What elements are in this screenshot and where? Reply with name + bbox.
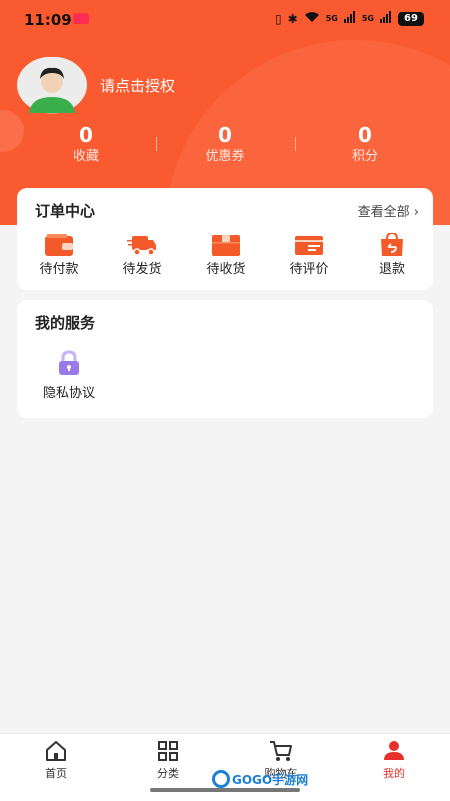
stat-value: 0 xyxy=(79,123,93,147)
order-item-label: 退款 xyxy=(378,262,405,277)
order-center-title: 订单中心 xyxy=(35,202,96,220)
view-all-orders-link[interactable]: 查看全部 › xyxy=(358,201,419,220)
tab-home[interactable]: 首页 xyxy=(16,740,96,781)
status-bar: 11:09 ▯ ✱ 5G 5G 69 xyxy=(0,0,450,38)
order-status-row: 待付款 待发货 待收货 待评价 退款 xyxy=(17,233,433,283)
order-item-pending-shipment[interactable]: 待发货 xyxy=(107,233,177,279)
signal-icon xyxy=(343,11,356,26)
tab-label: 我的 xyxy=(383,767,405,780)
vibrate-icon: ▯ xyxy=(275,11,282,26)
bluetooth-icon: ✱ xyxy=(287,11,298,26)
my-services-card: 我的服务 隐私协议 xyxy=(17,300,433,418)
signal-icon-2 xyxy=(380,11,392,26)
wifi-icon xyxy=(304,11,320,26)
order-item-label: 待发货 xyxy=(122,262,162,277)
delivery-truck-icon xyxy=(127,236,156,256)
package-box-icon xyxy=(212,235,240,256)
stat-label: 优惠券 xyxy=(205,149,245,164)
review-card-icon xyxy=(295,236,323,255)
order-item-label: 待付款 xyxy=(39,262,79,277)
order-item-label: 待评价 xyxy=(289,262,329,277)
tab-category[interactable]: 分类 xyxy=(128,740,208,781)
home-icon xyxy=(46,741,66,761)
service-privacy-policy[interactable]: 隐私协议 xyxy=(39,350,99,401)
stat-label: 收藏 xyxy=(72,149,99,164)
app-notification-icon xyxy=(73,13,89,24)
stat-label: 积分 xyxy=(351,149,378,164)
order-item-refund[interactable]: 退款 xyxy=(357,233,427,279)
lock-icon xyxy=(59,350,79,375)
stats-row: 0 收藏 0 优惠券 0 积分 xyxy=(0,122,450,172)
stat-points[interactable]: 0 积分 xyxy=(300,122,430,166)
watermark-text: GOGO手游网 xyxy=(232,772,309,787)
refund-bag-icon xyxy=(381,233,403,256)
network-label-1: 5G xyxy=(325,14,338,23)
stat-favorites[interactable]: 0 收藏 xyxy=(21,122,151,166)
tab-label: 分类 xyxy=(157,767,179,780)
stat-value: 0 xyxy=(358,123,372,147)
tab-label: 首页 xyxy=(45,767,67,780)
status-time: 11:09 xyxy=(24,11,72,29)
home-indicator xyxy=(150,788,300,792)
grid-icon xyxy=(158,741,178,761)
order-item-pending-review[interactable]: 待评价 xyxy=(274,233,344,279)
tab-mine[interactable]: 我的 xyxy=(354,740,434,781)
network-label-2: 5G xyxy=(361,14,374,23)
stat-coupons[interactable]: 0 优惠券 xyxy=(160,122,290,166)
stat-value: 0 xyxy=(218,123,232,147)
watermark-icon xyxy=(212,770,230,788)
order-item-label: 待收货 xyxy=(206,262,246,277)
avatar[interactable] xyxy=(17,57,87,114)
watermark-logo: GOGO手游网 xyxy=(212,768,308,790)
my-services-title: 我的服务 xyxy=(35,314,96,332)
user-icon xyxy=(384,741,404,760)
battery-indicator: 69 xyxy=(398,11,424,26)
divider xyxy=(295,137,296,151)
service-label: 隐私协议 xyxy=(42,386,95,401)
divider xyxy=(156,137,157,151)
order-center-card: 订单中心 查看全部 › 待付款 待发货 待收货 待评价 退款 xyxy=(17,188,433,290)
wallet-icon xyxy=(45,234,73,256)
login-prompt[interactable]: 请点击授权 xyxy=(100,75,175,96)
view-all-label: 查看全部 xyxy=(357,205,410,220)
chevron-right-icon: › xyxy=(413,205,419,220)
order-item-pending-payment[interactable]: 待付款 xyxy=(24,233,94,279)
cart-icon xyxy=(270,741,292,761)
order-item-pending-receipt[interactable]: 待收货 xyxy=(191,233,261,279)
status-icons: ▯ ✱ 5G 5G 69 xyxy=(275,11,424,26)
